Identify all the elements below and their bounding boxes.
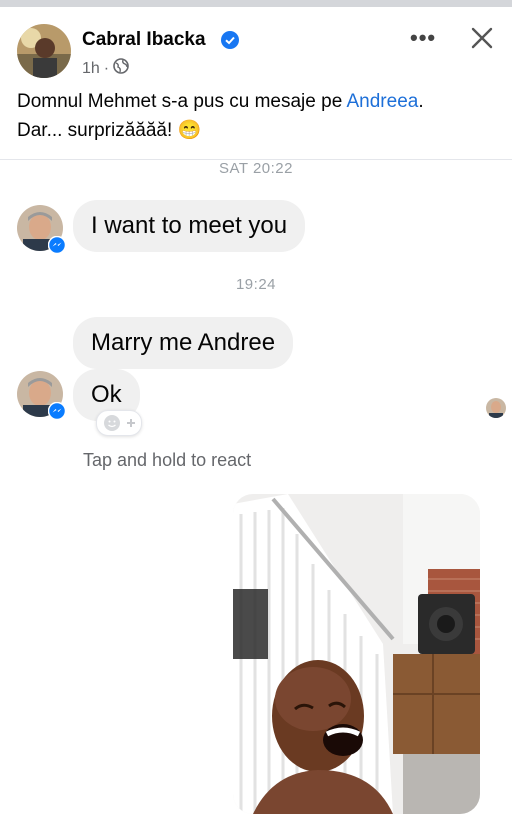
post-header: Cabral Ibacka 1h · ••• Domnul Mehmet s-a…	[0, 7, 512, 160]
more-options-button[interactable]: •••	[410, 25, 436, 51]
post-meta: 1h ·	[82, 58, 129, 79]
post-time[interactable]: 1h	[82, 60, 100, 78]
meta-dot: ·	[103, 59, 110, 77]
message-bubble[interactable]: I want to meet you	[73, 200, 306, 252]
author-avatar[interactable]	[17, 24, 71, 78]
caption-line-2: Dar... surprizăăăă! 😁	[17, 120, 202, 141]
messenger-icon	[47, 401, 67, 421]
timestamp: SAT 20:22	[219, 160, 293, 177]
caption-text: Domnul Mehmet s-a pus cu mesaje pe	[17, 91, 347, 112]
sender-avatar	[17, 371, 67, 421]
add-reaction-button[interactable]	[96, 410, 142, 436]
messenger-icon	[47, 235, 67, 255]
chat-screenshot: SAT 20:22 I want to meet you 19:24 Marry…	[0, 160, 512, 814]
message-bubble[interactable]: Marry me Andree	[73, 317, 294, 369]
post-caption: Domnul Mehmet s-a pus cu mesaje pe Andre…	[17, 87, 497, 145]
timestamp: 19:24	[235, 276, 277, 293]
top-strip	[0, 0, 512, 7]
caption-end: .	[418, 91, 424, 112]
seen-avatar	[486, 398, 506, 418]
verified-badge-icon	[221, 31, 239, 49]
close-icon[interactable]	[468, 24, 496, 52]
mention-link[interactable]: Andreea	[347, 91, 419, 112]
globe-icon	[113, 58, 129, 79]
shared-photo[interactable]	[233, 494, 480, 814]
sender-avatar	[17, 205, 67, 255]
react-hint: Tap and hold to react	[83, 450, 252, 470]
author-name[interactable]: Cabral Ibacka	[82, 29, 206, 51]
